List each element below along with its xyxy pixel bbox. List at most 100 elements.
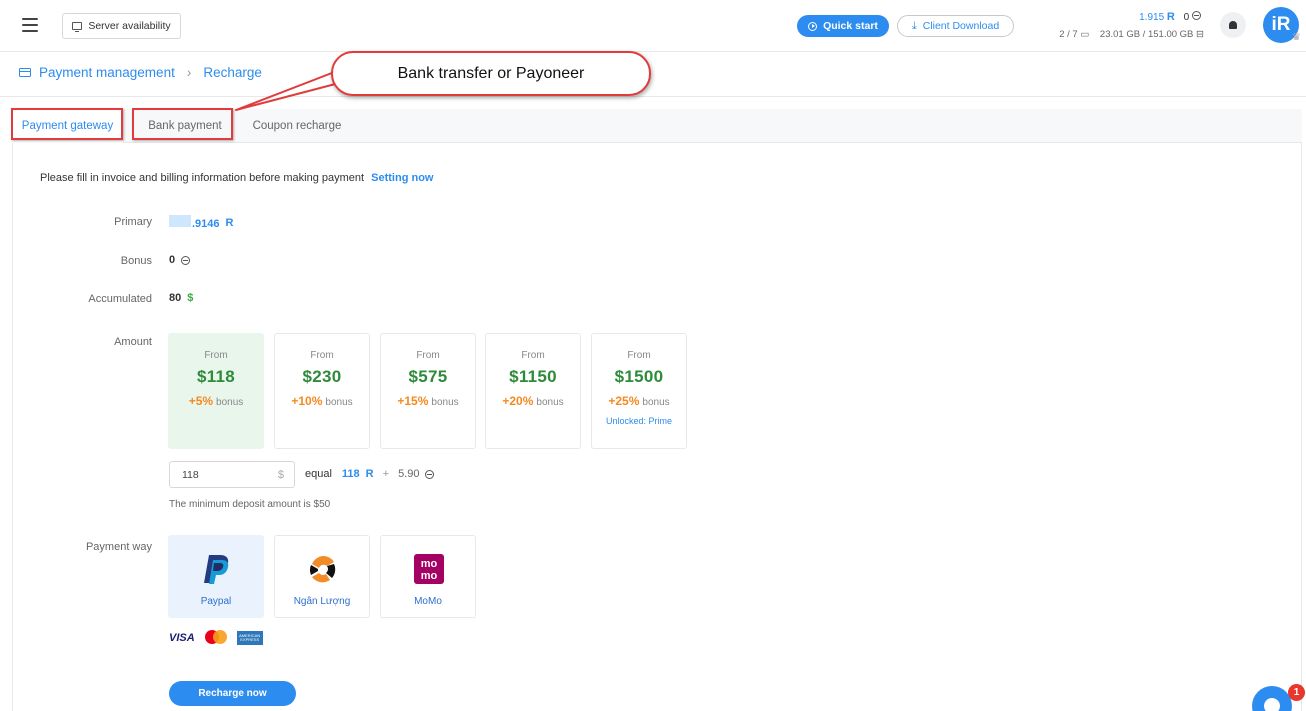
equal-label: equal: [305, 468, 332, 480]
unlocked-prime-label: Unlocked: Prime: [605, 416, 673, 426]
currency-r-icon: R: [365, 468, 374, 480]
tab-coupon-recharge[interactable]: Coupon recharge: [242, 109, 352, 143]
chevron-right-icon: ›: [186, 65, 192, 80]
chat-icon: [1264, 698, 1280, 711]
amount-price: $118: [196, 367, 236, 386]
amount-input[interactable]: 118 $: [169, 461, 295, 488]
nganluong-logo-icon: [310, 555, 336, 583]
amount-label: Amount: [114, 336, 152, 348]
annotation-box-bank-payment: [132, 108, 233, 140]
amount-bonus: +10% bonus: [291, 394, 353, 408]
amount-bonus: +5% bonus: [188, 394, 244, 408]
menu-icon[interactable]: [22, 18, 38, 32]
svg-text:mo: mo: [421, 570, 438, 582]
amount-option-1500[interactable]: From $1500 +25% bonus Unlocked: Prime: [591, 333, 687, 449]
payment-option-name: MoMo: [414, 596, 442, 607]
server-availability-label: Server availability: [88, 20, 171, 32]
setting-now-link[interactable]: Setting now: [371, 172, 433, 184]
storage-value: 23.01 GB / 151.00 GB: [1099, 29, 1194, 40]
balance-display: 1.915 R 0: [1139, 11, 1201, 23]
coin-icon: [1192, 11, 1201, 20]
amount-bonus: +20% bonus: [502, 394, 564, 408]
notice-text: Please fill in invoice and billing infor…: [40, 172, 365, 184]
bonus-value: 0: [169, 254, 191, 266]
play-icon: [808, 21, 818, 31]
storage-icon: ⊟: [1196, 29, 1204, 40]
payment-option-nganluong[interactable]: Ngân Lượng: [274, 535, 370, 618]
currency-r-icon: R: [225, 216, 234, 229]
billing-notice: Please fill in invoice and billing infor…: [40, 172, 433, 184]
amount-price: $575: [408, 367, 448, 386]
equal-value: 118: [341, 468, 360, 480]
usage-display: 2 / 7 ▭ 23.01 GB / 151.00 GB ⊟: [1059, 29, 1204, 40]
primary-label: Primary: [114, 216, 152, 228]
amount-price: $1500: [614, 367, 664, 386]
breadcrumb-page: Recharge: [203, 65, 262, 80]
download-icon: ⤓: [911, 19, 917, 32]
masked-value: [169, 215, 191, 227]
server-availability-button[interactable]: Server availability: [62, 13, 181, 39]
recharge-now-button[interactable]: Recharge now: [169, 681, 296, 706]
profile-icon: ▭: [1080, 29, 1090, 40]
currency-r-icon: R: [1166, 11, 1175, 23]
quick-start-label: Quick start: [823, 20, 878, 32]
dollar-suffix-icon: $: [277, 468, 284, 481]
client-download-button[interactable]: ⤓ Client Download: [897, 15, 1014, 37]
from-label: From: [416, 350, 440, 361]
amount-input-value: 118: [182, 468, 199, 481]
amount-bonus: +15% bonus: [397, 394, 459, 408]
accumulated-number: 80: [169, 292, 182, 304]
paypal-logo-icon: [204, 555, 229, 584]
min-deposit-note: The minimum deposit amount is $50: [169, 499, 331, 510]
accumulated-value: 80 $: [169, 292, 193, 304]
balance-value: 1.915: [1139, 12, 1165, 23]
coin-icon: [425, 469, 435, 479]
payment-card-icon: [19, 68, 31, 77]
from-label: From: [521, 350, 545, 361]
chat-unread-badge: 1: [1288, 684, 1305, 701]
amount-price: $230: [302, 367, 342, 386]
payment-option-name: Paypal: [200, 596, 232, 607]
payment-option-name: Ngân Lượng: [293, 596, 351, 607]
profiles-count: 2 / 7: [1059, 29, 1078, 40]
quick-start-button[interactable]: Quick start: [797, 15, 889, 37]
annotation-box-payment-gateway: [11, 108, 123, 140]
bonus-amount: 5.90: [398, 468, 420, 480]
accumulated-label: Accumulated: [88, 293, 152, 305]
momo-logo-icon: mo mo: [414, 554, 444, 584]
payment-option-paypal[interactable]: Paypal: [168, 535, 264, 618]
from-label: From: [627, 350, 651, 361]
coin-icon: [181, 255, 191, 265]
amount-option-118[interactable]: From $118 +5% bonus: [168, 333, 264, 449]
dollar-icon: $: [187, 292, 194, 304]
bonus-label: Bonus: [120, 255, 152, 267]
mastercard-logo-icon: [204, 630, 227, 646]
amount-price: $1150: [509, 367, 557, 386]
amount-option-575[interactable]: From $575 +15% bonus: [380, 333, 476, 449]
divider: [0, 96, 1306, 97]
coins-value: 0: [1183, 12, 1190, 23]
from-label: From: [204, 350, 228, 361]
top-bar: Server availability Quick start ⤓ Client…: [0, 0, 1306, 52]
primary-number: .9146: [192, 218, 220, 230]
bonus-number: 0: [169, 254, 176, 266]
amount-option-1150[interactable]: From $1150 +20% bonus: [485, 333, 581, 449]
payment-option-momo[interactable]: mo mo MoMo: [380, 535, 476, 618]
visa-logo: VISA: [169, 632, 195, 644]
notification-bell[interactable]: [1220, 12, 1246, 38]
breadcrumb-section[interactable]: Payment management: [39, 65, 175, 80]
payment-way-label: Payment way: [85, 541, 152, 553]
amex-logo: AMERICAN EXPRESS: [236, 631, 263, 645]
amount-bonus: +25% bonus: [608, 394, 670, 408]
annotation-text: Bank transfer or Payoneer: [397, 64, 585, 82]
svg-text:mo: mo: [421, 558, 438, 570]
primary-value: .9146 R: [169, 215, 233, 230]
plus-sign: +: [382, 468, 390, 480]
amount-option-230[interactable]: From $230 +10% bonus: [274, 333, 370, 449]
client-download-label: Client Download: [922, 20, 1000, 32]
crown-icon: ♛: [1292, 32, 1301, 43]
bell-icon: [1229, 21, 1237, 29]
annotation-callout: Bank transfer or Payoneer: [331, 51, 651, 96]
monitor-icon: [72, 22, 83, 32]
from-label: From: [310, 350, 334, 361]
